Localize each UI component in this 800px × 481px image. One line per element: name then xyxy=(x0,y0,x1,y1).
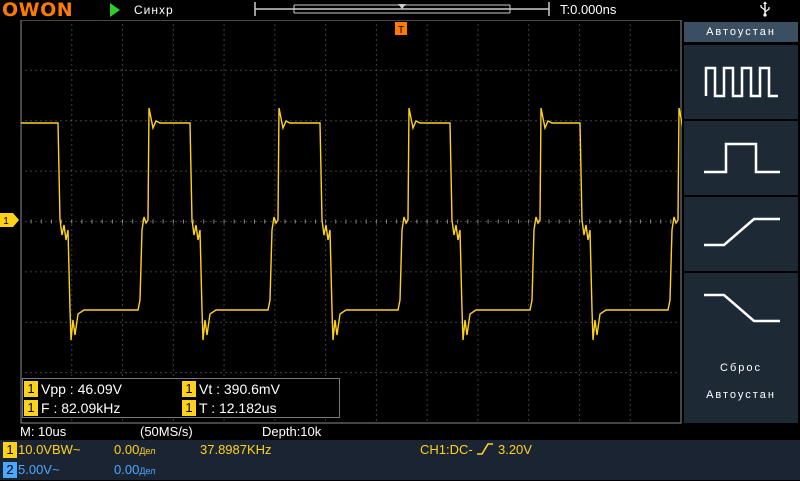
ch1-offset: 0.00Дел xyxy=(114,442,156,457)
autoset-menu: Автоустан Сброс Автоустан xyxy=(682,20,800,424)
trigger-position-marker: T xyxy=(395,22,407,36)
menu-title: Автоустан xyxy=(684,22,798,42)
ch1-level-marker: 1 xyxy=(0,213,19,227)
measure-frequency: 1F : 82.09kHz xyxy=(24,399,120,417)
autoset-multi-period-button[interactable] xyxy=(684,45,798,119)
rising-slope-icon xyxy=(477,443,494,455)
trigger-state: Синхр xyxy=(134,3,174,17)
trigger-setting[interactable]: CH1:DC- 3.20V xyxy=(420,440,532,460)
ch1-scale: 10.0VBW~ xyxy=(18,442,81,457)
ch2-offset: 0.00Дел xyxy=(114,462,156,477)
reset-autoset-label: Автоустан xyxy=(706,389,776,401)
rising-edge-icon xyxy=(704,217,780,247)
autoset-falling-edge-button[interactable] xyxy=(684,273,798,347)
channel-info-panel: 1 10.0VBW~ 0.00Дел 37.8987KHz CH1:DC- 3.… xyxy=(0,440,800,480)
measure-period: 1T : 12.182us xyxy=(182,399,277,417)
ch2-tag: 2 xyxy=(3,462,17,478)
measurement-panel: 1 Vpp : 46.09V 1 Vt : 390.6mV 1F : 82.09kH… xyxy=(22,378,340,418)
frequency-counter: 37.8987KHz xyxy=(200,442,272,457)
memory-depth[interactable]: Depth:10k xyxy=(262,424,321,440)
top-bar: OWON Синхр T:0.000ns xyxy=(0,0,800,20)
usb-icon xyxy=(760,1,770,17)
multi-period-icon xyxy=(704,66,778,98)
autoset-rising-edge-button[interactable] xyxy=(684,197,798,271)
ch1-info-row[interactable]: 1 10.0VBW~ 0.00Дел 37.8987KHz CH1:DC- 3.… xyxy=(0,440,800,460)
trigger-time: T:0.000ns xyxy=(560,2,617,17)
autoset-reset-button[interactable]: Сброс Автоустан xyxy=(684,347,798,423)
measure-vt: 1 Vt : 390.6mV xyxy=(182,380,280,398)
ch2-info-row[interactable]: 2 5.00V~ 0.00Дел xyxy=(0,460,800,480)
single-period-icon xyxy=(704,142,780,174)
sample-rate: (50MS/s) xyxy=(140,424,193,439)
ch2-scale: 5.00V~ xyxy=(18,462,60,477)
owon-logo: OWON xyxy=(2,0,74,21)
timebase[interactable]: M: 10us xyxy=(20,424,66,440)
waveform-display[interactable]: T 1 1 Vpp : 46.09V 1 Vt : 390.6mV 1F : 82.… xyxy=(0,20,682,424)
measure-vpp: 1 Vpp : 46.09V xyxy=(24,380,122,398)
autoset-single-period-button[interactable] xyxy=(684,121,798,195)
svg-text:T: T xyxy=(398,25,404,36)
falling-edge-icon xyxy=(704,293,780,323)
acquisition-status: M: 10us (50MS/s) Depth:10k xyxy=(0,424,800,440)
run-state-icon xyxy=(110,3,120,17)
reset-label: Сброс xyxy=(720,362,762,374)
ch1-tag: 1 xyxy=(3,442,17,458)
memory-position-bar[interactable] xyxy=(254,1,550,17)
svg-text:1: 1 xyxy=(3,216,9,227)
